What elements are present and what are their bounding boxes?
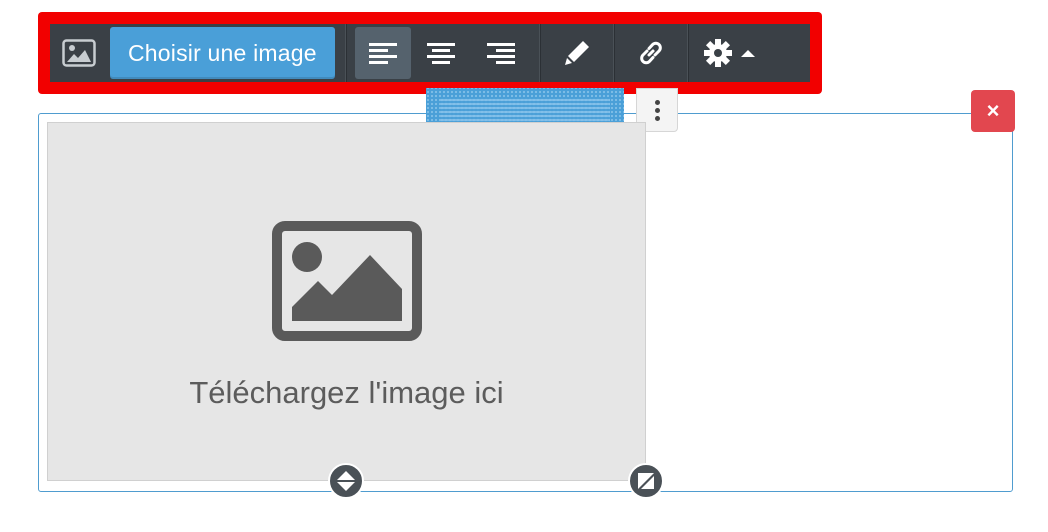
align-left-icon: [368, 43, 397, 64]
vertical-dots-icon: [654, 99, 660, 105]
close-block-button[interactable]: ×: [971, 90, 1015, 132]
image-placeholder-icon: [272, 221, 422, 341]
image-icon[interactable]: [50, 24, 108, 82]
corner-resize-icon: [638, 473, 654, 489]
vertical-dots-icon: [654, 115, 660, 121]
link-icon: [639, 41, 662, 65]
settings-button[interactable]: [689, 24, 771, 82]
image-toolbar: Choisir une image: [50, 24, 810, 82]
align-center-button[interactable]: [411, 24, 471, 82]
vertical-resize-handle[interactable]: [328, 463, 364, 499]
align-right-icon: [486, 43, 515, 64]
toolbar-divider: [344, 24, 347, 82]
align-right-button[interactable]: [471, 24, 531, 82]
choose-image-button[interactable]: Choisir une image: [110, 27, 335, 79]
drag-dots: [440, 98, 610, 124]
vertical-resize-icon: [337, 471, 355, 491]
align-left-button[interactable]: [354, 27, 411, 79]
pencil-icon: [564, 41, 589, 65]
gear-icon: [703, 39, 732, 67]
vertical-dots-icon: [654, 107, 660, 113]
image-upload-dropzone[interactable]: Téléchargez l'image ici: [47, 122, 646, 481]
edit-button[interactable]: [541, 24, 613, 82]
corner-resize-handle[interactable]: [628, 463, 664, 499]
link-button[interactable]: [615, 24, 687, 82]
upload-placeholder-text: Téléchargez l'image ici: [189, 375, 504, 410]
align-center-icon: [426, 43, 455, 64]
caret-up-icon: [740, 50, 755, 57]
